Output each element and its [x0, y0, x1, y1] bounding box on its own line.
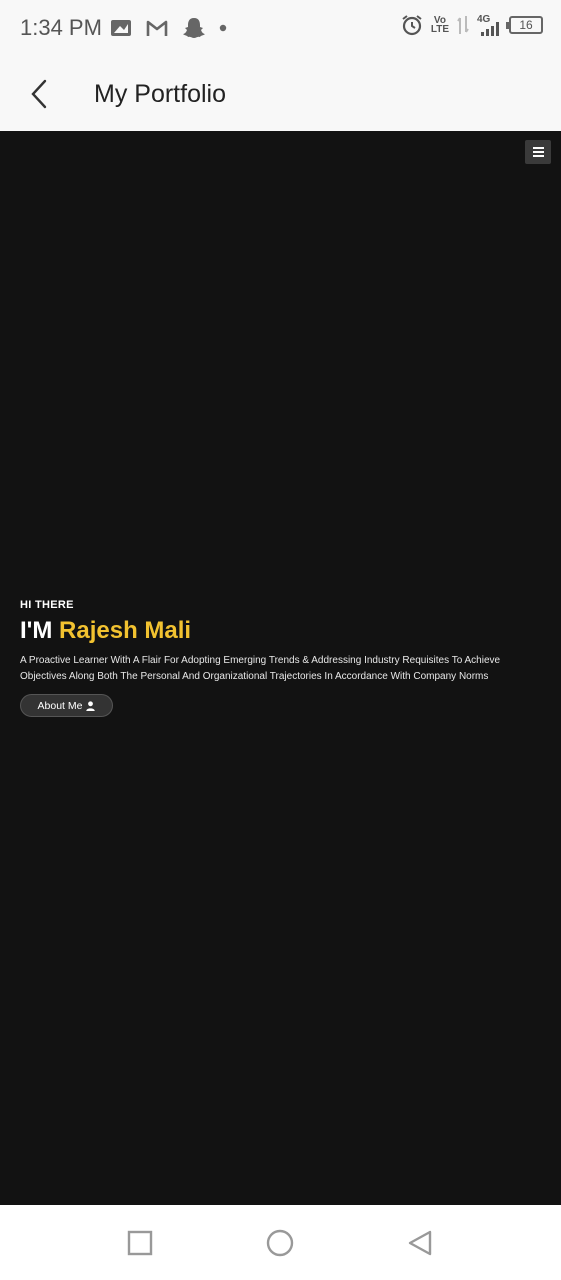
hero-greeting: HI THERE: [20, 599, 74, 611]
battery-icon: 16: [506, 16, 543, 34]
hamburger-line: [532, 155, 544, 157]
back-button[interactable]: [22, 76, 58, 112]
signal-bars-icon: [481, 22, 499, 36]
snapchat-icon: [183, 18, 205, 38]
about-me-label: About Me: [37, 699, 83, 712]
webview-content: HI THERE I'M Rajesh Mali A Proactive Lea…: [0, 131, 561, 1205]
hamburger-menu-button[interactable]: [525, 140, 551, 164]
status-bar: 1:34 PM Vo LTE 4G 16: [0, 0, 561, 58]
data-arrows-icon: [457, 16, 469, 34]
signal-4g-icon: 4G: [477, 14, 501, 36]
volte-bottom-label: LTE: [430, 24, 449, 35]
hero-section: HI THERE I'M Rajesh Mali A Proactive Lea…: [20, 599, 530, 717]
photo-notification-icon: [111, 20, 131, 36]
hero-heading: I'M Rajesh Mali: [20, 617, 530, 645]
hamburger-menu-icon: [532, 147, 544, 149]
dot-icon: [219, 24, 227, 32]
recents-button[interactable]: [126, 1229, 154, 1257]
status-notification-icons: [110, 17, 227, 39]
status-time: 1:34 PM: [20, 15, 102, 40]
hero-description: A Proactive Learner With A Flair For Ado…: [20, 655, 501, 682]
user-icon: [86, 700, 96, 711]
volte-icon: Vo LTE: [430, 16, 449, 35]
home-button[interactable]: [266, 1229, 294, 1257]
recents-square-icon: [127, 1230, 153, 1256]
home-circle-icon: [266, 1229, 294, 1257]
back-triangle-icon: [408, 1230, 432, 1256]
chevron-left-icon: [31, 79, 47, 109]
hero-heading-prefix: I'M: [20, 617, 60, 644]
system-nav-bar: [0, 1205, 561, 1280]
hero-name: Rajesh Mali: [59, 617, 192, 644]
app-bar: My Portfolio: [0, 58, 561, 131]
about-me-button[interactable]: About Me: [20, 694, 113, 717]
alarm-icon: [402, 15, 422, 36]
hamburger-line: [532, 151, 544, 153]
gmail-icon: [146, 20, 168, 36]
system-back-button[interactable]: [406, 1229, 434, 1257]
status-system-icons: Vo LTE 4G 16: [401, 14, 543, 36]
page-title: My Portfolio: [94, 80, 226, 108]
